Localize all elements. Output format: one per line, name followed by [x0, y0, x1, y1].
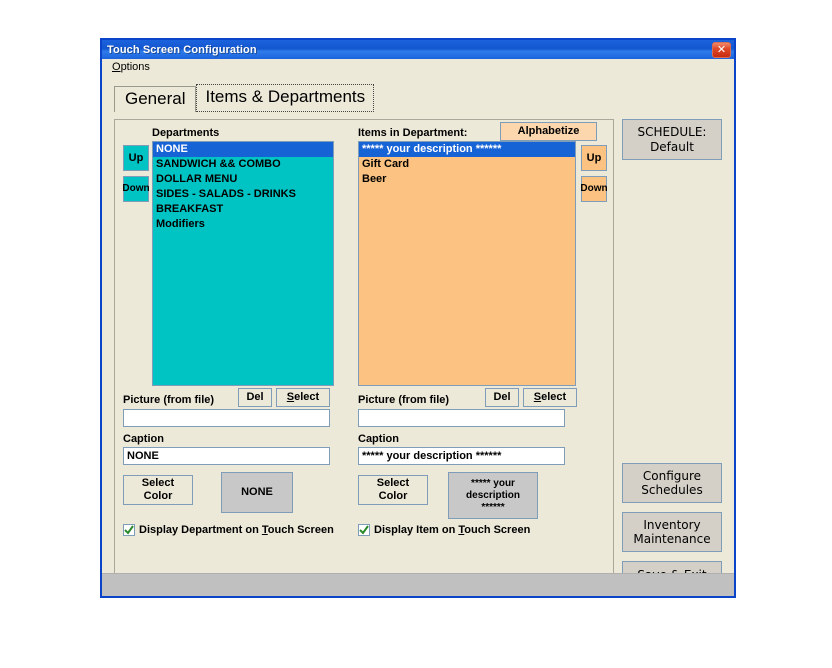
- tab-general[interactable]: General: [114, 86, 197, 112]
- departments-listbox[interactable]: NONE SANDWICH && COMBO DOLLAR MENU SIDES…: [152, 141, 334, 386]
- list-item[interactable]: Beer: [359, 172, 575, 187]
- close-icon[interactable]: ✕: [712, 41, 731, 58]
- window-title: Touch Screen Configuration: [107, 43, 257, 56]
- list-item[interactable]: Gift Card: [359, 157, 575, 172]
- department-select-color-button[interactable]: Select Color: [123, 475, 193, 505]
- list-item[interactable]: Modifiers: [153, 217, 333, 232]
- list-item[interactable]: SANDWICH && COMBO: [153, 157, 333, 172]
- list-item[interactable]: NONE: [153, 142, 333, 157]
- item-display-checkbox[interactable]: Display Item on Touch Screen: [358, 524, 530, 536]
- department-picture-input[interactable]: [123, 409, 330, 427]
- item-select-color-button[interactable]: Select Color: [358, 475, 428, 505]
- right-sidebar: SCHEDULE: Default Configure Schedules In…: [614, 119, 732, 590]
- department-picture-select-button[interactable]: Select: [276, 388, 330, 407]
- status-strip: [102, 573, 734, 596]
- list-item[interactable]: DOLLAR MENU: [153, 172, 333, 187]
- check-icon: [124, 525, 134, 535]
- items-listbox[interactable]: ***** your description ****** Gift Card …: [358, 141, 576, 386]
- dept-chk-after: ouch Screen: [267, 524, 334, 536]
- department-display-checkbox-label: Display Department on Touch Screen: [139, 524, 334, 536]
- department-display-checkbox[interactable]: Display Department on Touch Screen: [123, 524, 334, 536]
- department-select-rest: elect: [294, 391, 320, 404]
- dept-chk-before: Display Department on: [139, 524, 262, 536]
- item-picture-delete-button[interactable]: Del: [485, 388, 519, 407]
- inventory-maintenance-button[interactable]: Inventory Maintenance: [622, 512, 722, 552]
- department-picture-label: Picture (from file): [123, 394, 215, 406]
- checkbox-box[interactable]: [123, 524, 135, 536]
- tab-items-departments[interactable]: Items & Departments: [196, 84, 375, 112]
- title-bar: Touch Screen Configuration ✕: [102, 40, 734, 59]
- list-item[interactable]: SIDES - SALADS - DRINKS: [153, 187, 333, 202]
- department-move-up-button[interactable]: Up: [123, 145, 149, 171]
- list-item[interactable]: ***** your description ******: [359, 142, 575, 157]
- menu-item-options[interactable]: Options: [108, 60, 154, 74]
- department-caption-label: Caption: [123, 433, 164, 445]
- configure-schedules-button[interactable]: Configure Schedules: [622, 463, 722, 503]
- item-move-up-button[interactable]: Up: [581, 145, 607, 171]
- department-select-accel: S: [286, 391, 295, 404]
- dialog-window: Touch Screen Configuration ✕ Options Gen…: [100, 38, 736, 598]
- item-preview-swatch[interactable]: ***** your description ******: [448, 472, 538, 519]
- item-chk-before: Display Item on: [374, 524, 459, 536]
- item-caption-label: Caption: [358, 433, 399, 445]
- item-move-down-button[interactable]: Down: [580, 176, 608, 202]
- item-picture-label: Picture (from file): [358, 394, 450, 406]
- tab-strip: General Items & Departments: [114, 84, 375, 112]
- department-picture-delete-button[interactable]: Del: [238, 388, 272, 407]
- list-item[interactable]: BREAKFAST: [153, 202, 333, 217]
- department-caption-input[interactable]: NONE: [123, 447, 330, 465]
- menu-options-rest: ptions: [120, 61, 150, 73]
- checkbox-box[interactable]: [358, 524, 370, 536]
- department-preview-swatch[interactable]: NONE: [221, 472, 293, 513]
- tab-page-items-departments: Departments Up Down NONE SANDWICH && COM…: [114, 119, 614, 574]
- item-select-rest: elect: [541, 391, 567, 404]
- alphabetize-button[interactable]: Alphabetize: [500, 122, 597, 141]
- department-move-down-button[interactable]: Down: [122, 176, 150, 202]
- items-list-label: Items in Department:: [358, 127, 468, 139]
- item-caption-input[interactable]: ***** your description ******: [358, 447, 565, 465]
- departments-list-label: Departments: [152, 127, 220, 139]
- menu-bar: Options: [102, 59, 734, 76]
- item-picture-select-button[interactable]: Select: [523, 388, 577, 407]
- schedule-button[interactable]: SCHEDULE: Default: [622, 119, 722, 160]
- dialog-body: General Items & Departments Departments …: [102, 76, 734, 596]
- item-picture-input[interactable]: [358, 409, 565, 427]
- item-select-accel: S: [533, 391, 542, 404]
- menu-options-accel: O: [112, 61, 121, 73]
- item-chk-after: ouch Screen: [464, 524, 531, 536]
- item-display-checkbox-label: Display Item on Touch Screen: [374, 524, 530, 536]
- check-icon: [359, 525, 369, 535]
